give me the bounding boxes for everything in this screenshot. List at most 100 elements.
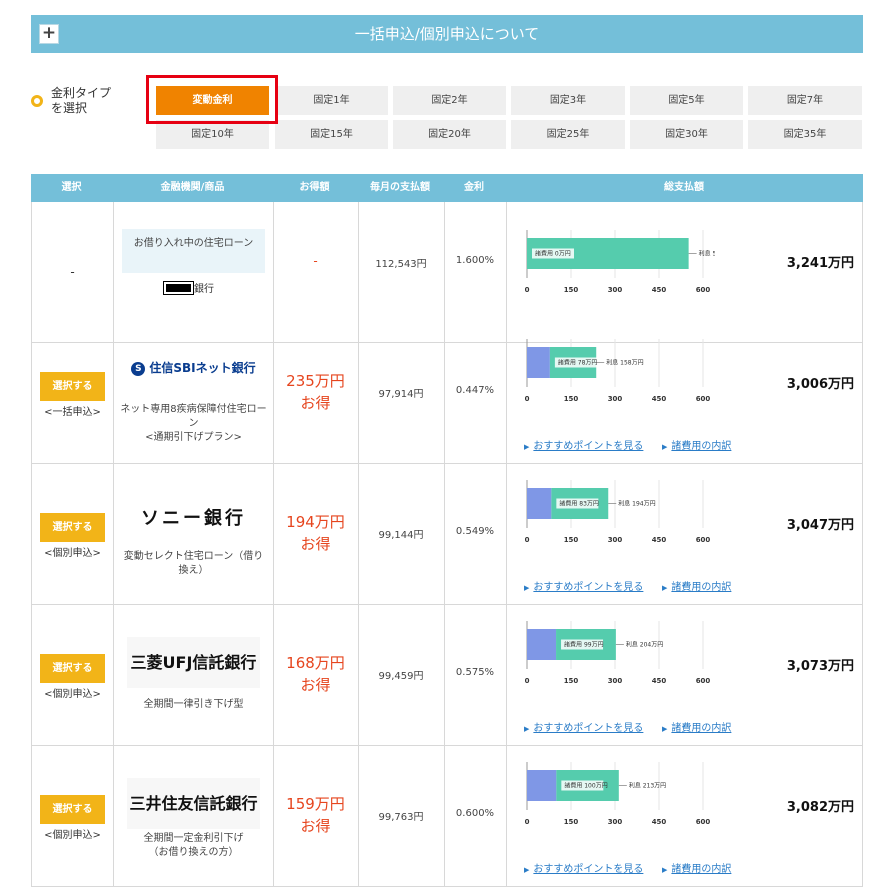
- interest-label: 利息 204万円: [626, 641, 663, 649]
- tick-label: 600: [696, 536, 711, 544]
- tick-label: 0: [525, 536, 530, 544]
- circle-bullet-icon: [31, 95, 43, 107]
- bank-suffix: 銀行: [194, 284, 214, 295]
- rate-option-fixed-35[interactable]: 固定35年: [748, 120, 862, 149]
- fee-breakdown-link[interactable]: ▶ 諸費用の内訳: [662, 437, 731, 452]
- total-cost-chart: 諸費用 83万円 利息 194万円 0 150 300 450 600: [525, 480, 711, 544]
- fee-label: 諸費用 100万円: [564, 782, 607, 790]
- interest-rate: 0.447%: [455, 385, 495, 396]
- bank-logo-sony: ソニー銀行: [141, 508, 246, 529]
- fee-breakdown-link[interactable]: ▶ 諸費用の内訳: [662, 578, 731, 593]
- gain-amount: 235万円 お得: [286, 372, 345, 412]
- rate-option-fixed-3[interactable]: 固定3年: [511, 86, 625, 115]
- fee-breakdown-link[interactable]: ▶ 諸費用の内訳: [662, 719, 731, 734]
- caret-right-icon: ▶: [524, 725, 530, 733]
- fee-bar: [527, 770, 557, 801]
- select-button[interactable]: 選択する: [40, 372, 105, 401]
- tick-label: 150: [564, 677, 579, 685]
- recommend-points-link[interactable]: ▶ おすすめポイントを見る: [524, 437, 643, 452]
- fee-bar: [527, 347, 550, 378]
- rate-type-label-line2: を選択: [51, 101, 88, 115]
- tick-label: 300: [608, 536, 623, 544]
- header-monthly: 毎月の支払額: [370, 182, 430, 193]
- rate-option-fixed-25[interactable]: 固定25年: [511, 120, 625, 149]
- rate-option-fixed-5[interactable]: 固定5年: [630, 86, 743, 115]
- gain-amount: -: [313, 254, 318, 268]
- tick-label: 150: [564, 286, 579, 294]
- fee-label: 諸費用 99万円: [564, 641, 604, 649]
- tick-label: 600: [696, 677, 711, 685]
- selected-rate-highlight: [146, 75, 278, 124]
- total-payment: 3,073万円: [786, 659, 854, 674]
- tick-label: 150: [564, 818, 579, 826]
- current-loan-label: お借り入れ中の住宅ローン: [122, 229, 265, 273]
- interest-label: 利息 551万円: [699, 250, 715, 258]
- select-button[interactable]: 選択する: [40, 654, 105, 683]
- rate-option-fixed-7[interactable]: 固定7年: [748, 86, 862, 115]
- tick-label: 450: [652, 536, 667, 544]
- total-cost-chart: 諸費用 99万円 利息 204万円 0 150 300 450 600: [525, 621, 711, 685]
- tick-label: 300: [608, 677, 623, 685]
- tick-label: 150: [564, 395, 579, 403]
- interest-rate: 1.600%: [455, 255, 495, 266]
- rate-option-fixed-1[interactable]: 固定1年: [275, 86, 388, 115]
- rate-option-fixed-15[interactable]: 固定15年: [275, 120, 388, 149]
- rate-option-fixed-30[interactable]: 固定30年: [630, 120, 743, 149]
- tick-label: 600: [696, 818, 711, 826]
- bank-logo-mufg-trust: 三菱UFJ信託銀行: [127, 637, 260, 688]
- gain-amount: 168万円 お得: [286, 654, 345, 694]
- recommend-points-link[interactable]: ▶ おすすめポイントを見る: [524, 860, 643, 875]
- tick-label: 300: [608, 286, 623, 294]
- total-cost-chart: 諸費用 0万円 利息 551万円 0 150 300 450 600: [525, 230, 715, 294]
- total-payment: 3,241万円: [786, 256, 854, 271]
- interest-rate: 0.575%: [455, 667, 495, 678]
- caret-right-icon: ▶: [662, 443, 668, 451]
- recommend-points-link[interactable]: ▶ おすすめポイントを見る: [524, 578, 643, 593]
- interest-rate: 0.600%: [455, 808, 495, 819]
- rate-option-fixed-20[interactable]: 固定20年: [393, 120, 506, 149]
- application-info-banner[interactable]: + 一括申込/個別申込について: [31, 15, 863, 53]
- interest-label: 利息 213万円: [629, 782, 666, 790]
- tick-label: 450: [652, 677, 667, 685]
- sbi-logo-icon: S: [131, 361, 146, 376]
- tick-label: 450: [652, 818, 667, 826]
- redacted-bank-name: [163, 281, 194, 295]
- caret-right-icon: ▶: [662, 584, 668, 592]
- rate-option-fixed-2[interactable]: 固定2年: [393, 86, 506, 115]
- table-row: 選択する <個別申込> ソニー銀行 変動セレクト住宅ローン（借り 換え） 194万…: [31, 464, 863, 605]
- rate-option-fixed-10[interactable]: 固定10年: [156, 120, 269, 149]
- interest-rate: 0.549%: [455, 526, 495, 537]
- select-button[interactable]: 選択する: [40, 795, 105, 824]
- recommend-points-link[interactable]: ▶ おすすめポイントを見る: [524, 719, 643, 734]
- table-row: 選択する <個別申込> 三井住友信託銀行 全期間一定金利引下げ （お借り換えの方）…: [31, 746, 863, 887]
- bank-logo-smtb: 三井住友信託銀行: [127, 778, 260, 829]
- product-name: 全期間一律引き下げ型: [143, 699, 244, 710]
- tick-label: 600: [696, 286, 711, 294]
- caret-right-icon: ▶: [524, 866, 530, 874]
- monthly-payment: 97,914円: [378, 389, 424, 400]
- tick-label: 450: [652, 395, 667, 403]
- product-name: ネット専用8疾病保障付住宅ローン <通期引下げプラン>: [120, 404, 267, 443]
- select-button[interactable]: 選択する: [40, 513, 105, 542]
- caret-right-icon: ▶: [662, 725, 668, 733]
- interest-label: 利息 158万円: [606, 359, 643, 367]
- banner-title: 一括申込/個別申込について: [354, 25, 540, 43]
- table-row: - お借り入れ中の住宅ローン 銀行 - 112,543円 1.600% 諸費用 …: [31, 202, 863, 343]
- tick-label: 450: [652, 286, 667, 294]
- application-type: <個別申込>: [44, 830, 101, 841]
- application-type: <個別申込>: [44, 689, 101, 700]
- total-cost-chart: 諸費用 100万円 利息 213万円 0 150 300 450 600: [525, 762, 711, 826]
- table-header: 選択 金融機関/商品 お得額 毎月の支払額 金利 総支払額: [31, 174, 863, 202]
- tick-label: 0: [525, 395, 530, 403]
- caret-right-icon: ▶: [524, 443, 530, 451]
- monthly-payment: 99,459円: [378, 671, 424, 682]
- monthly-payment: 112,543円: [375, 259, 427, 270]
- header-select: 選択: [61, 182, 82, 193]
- application-type: <一括申込>: [44, 407, 101, 418]
- fee-label: 諸費用 83万円: [559, 500, 599, 508]
- fee-breakdown-link[interactable]: ▶ 諸費用の内訳: [662, 860, 731, 875]
- tick-label: 600: [696, 395, 711, 403]
- interest-label: 利息 194万円: [618, 500, 655, 508]
- monthly-payment: 99,144円: [378, 530, 424, 541]
- tick-label: 300: [608, 818, 623, 826]
